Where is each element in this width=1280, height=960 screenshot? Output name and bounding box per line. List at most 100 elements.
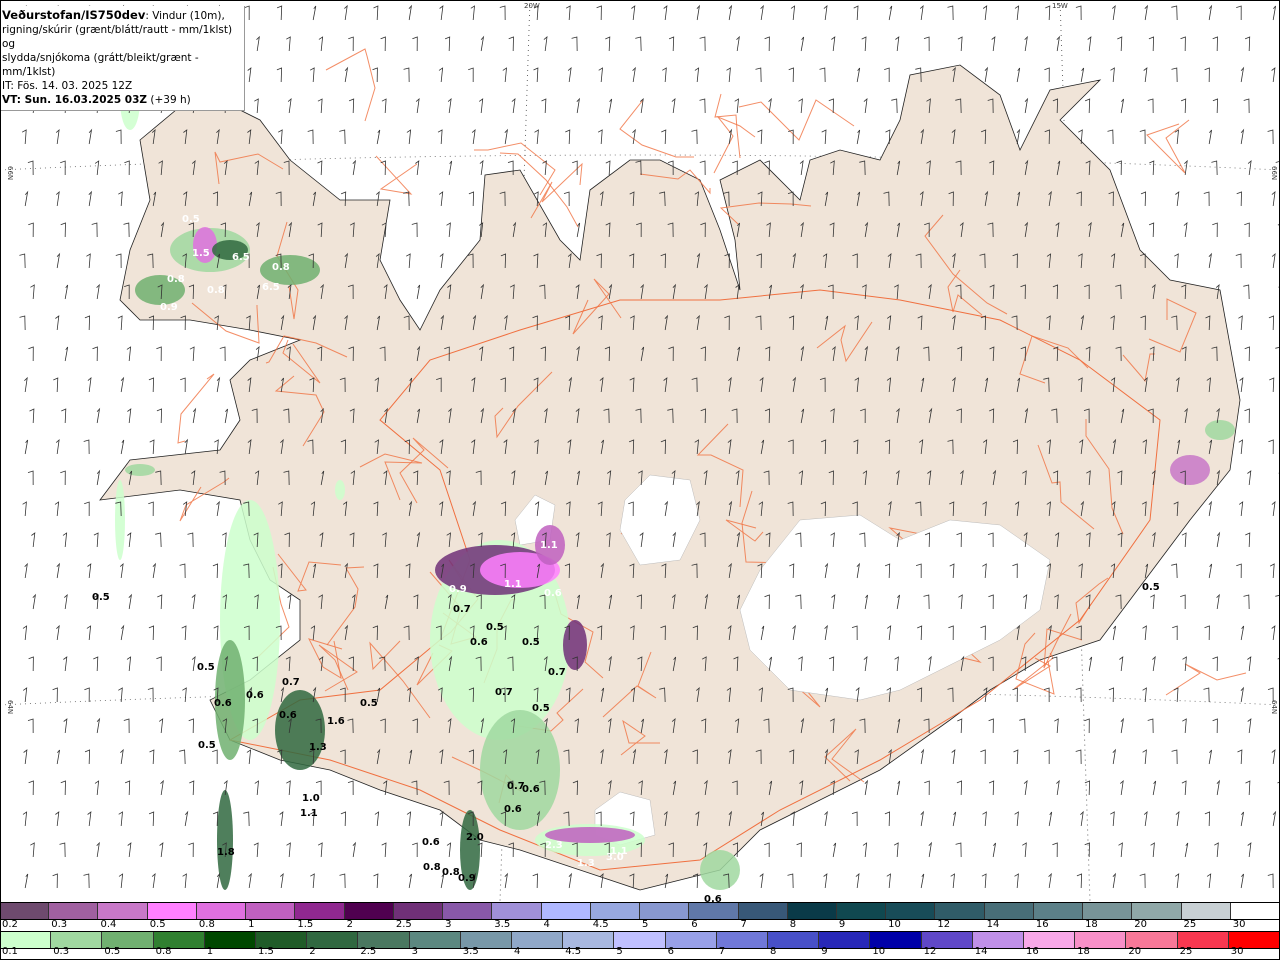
- legend-swatch: [935, 903, 985, 919]
- wind-barb: [287, 594, 292, 610]
- wind-barb: [1206, 873, 1212, 889]
- wind-barb: [373, 5, 379, 21]
- wind-barb: [1147, 718, 1154, 734]
- wind-barb: [1239, 377, 1244, 393]
- wind-barb: [1268, 439, 1274, 455]
- wind-barb: [61, 408, 67, 424]
- wind-barb: [376, 129, 381, 145]
- legend-label: 0.5: [149, 919, 166, 930]
- wind-barb: [23, 749, 28, 765]
- wind-barb: [189, 346, 195, 362]
- legend-swatch: [393, 903, 444, 919]
- wind-barb: [1236, 563, 1242, 579]
- legend-label: 16: [1026, 946, 1039, 957]
- wind-barb: [84, 315, 91, 331]
- wind-barb: [1024, 97, 1029, 114]
- wind-barb: [212, 749, 218, 765]
- wind-barb: [992, 842, 996, 858]
- wind-barb: [661, 129, 667, 145]
- wind-barb: [278, 129, 283, 145]
- wind-barb: [1247, 160, 1252, 176]
- wind-barb: [565, 5, 571, 21]
- wind-barb: [671, 98, 676, 114]
- wind-barb: [24, 439, 29, 455]
- wind-barb: [576, 97, 580, 114]
- wind-barb: [1267, 873, 1274, 889]
- wind-barb: [317, 98, 323, 114]
- wind-barb: [86, 253, 91, 269]
- wind-barb: [56, 624, 60, 641]
- wind-barb: [1108, 687, 1115, 703]
- wind-barb: [64, 346, 69, 362]
- wind-barb: [571, 36, 578, 52]
- wind-barb: [1180, 594, 1186, 610]
- wind-barb: [64, 284, 69, 300]
- legend-label: 0.2: [2, 919, 18, 930]
- wind-barb: [1236, 5, 1242, 21]
- wind-barb: [1022, 842, 1027, 858]
- legend-label: 0.8: [155, 946, 172, 957]
- lon-label-20w: 20W: [524, 2, 540, 10]
- precip-value-label: 0.7: [282, 677, 300, 688]
- precip-value-label: 1.1: [540, 540, 558, 551]
- wind-barb: [55, 128, 60, 145]
- wind-barb: [309, 67, 315, 83]
- wind-barb: [951, 749, 956, 765]
- legend-label: 20: [1128, 946, 1142, 957]
- wind-barb: [152, 562, 157, 579]
- wind-barb: [981, 873, 987, 889]
- wind-barb: [800, 36, 805, 52]
- wind-barb: [1180, 98, 1187, 114]
- wind-barb: [62, 532, 68, 548]
- wind-barb: [317, 160, 323, 176]
- wind-barb: [415, 98, 420, 114]
- wind-barb: [1271, 253, 1276, 269]
- legend-label: 2.5: [395, 919, 412, 930]
- wind-barb: [276, 67, 283, 83]
- wind-barb: [956, 780, 963, 796]
- wind-barb: [1110, 811, 1115, 827]
- legend-label: 30: [1232, 919, 1246, 930]
- wind-barb: [157, 594, 163, 610]
- precip-area: [1205, 420, 1235, 440]
- legend-label: 20: [1134, 919, 1148, 930]
- wind-barb: [216, 872, 221, 889]
- wind-barb: [823, 5, 828, 21]
- wind-barb: [279, 811, 284, 827]
- wind-barb: [1247, 470, 1252, 486]
- wind-barb: [28, 780, 34, 796]
- precip-value-label: 0.5: [198, 740, 216, 751]
- wind-barb: [480, 35, 485, 52]
- wind-barb: [347, 780, 354, 796]
- wind-barb: [128, 593, 132, 610]
- map-title-box: Veðurstofan/IS750dev: Vindur (10m), rign…: [0, 6, 245, 111]
- wind-barb: [1181, 532, 1187, 548]
- weather-map: 0.51.50.80.80.96.56.50.80.50.50.60.60.50…: [0, 0, 1280, 902]
- wind-barb: [439, 5, 444, 21]
- wind-barb: [1171, 67, 1178, 83]
- wind-barb: [437, 129, 443, 145]
- wind-barb: [1269, 563, 1275, 579]
- precip-value-label: 0.5: [182, 214, 200, 225]
- legend-label: 0.1: [2, 946, 18, 957]
- wind-barb: [88, 128, 93, 145]
- lon-label-15w: 15W: [1052, 2, 1068, 10]
- wind-barb: [861, 36, 867, 52]
- legend-label: 14: [986, 919, 1000, 930]
- wind-barb: [699, 36, 706, 52]
- wind-barb: [348, 98, 355, 114]
- wind-barb: [1244, 346, 1250, 362]
- wind-barb: [1019, 718, 1026, 734]
- legend-label: 2: [309, 946, 316, 957]
- wind-barb: [1212, 656, 1218, 672]
- legend-label: 0.4: [100, 919, 117, 930]
- legend-swatch: [984, 903, 1034, 919]
- wind-barb: [416, 284, 421, 300]
- wind-barb: [1240, 625, 1245, 641]
- wind-barb: [439, 253, 444, 269]
- wind-barb: [380, 36, 386, 52]
- initial-time: IT: Fös. 14. 03. 2025 12Z: [2, 80, 133, 92]
- wind-barb: [532, 873, 538, 889]
- wind-barb: [980, 749, 986, 765]
- wind-barb: [1110, 67, 1115, 83]
